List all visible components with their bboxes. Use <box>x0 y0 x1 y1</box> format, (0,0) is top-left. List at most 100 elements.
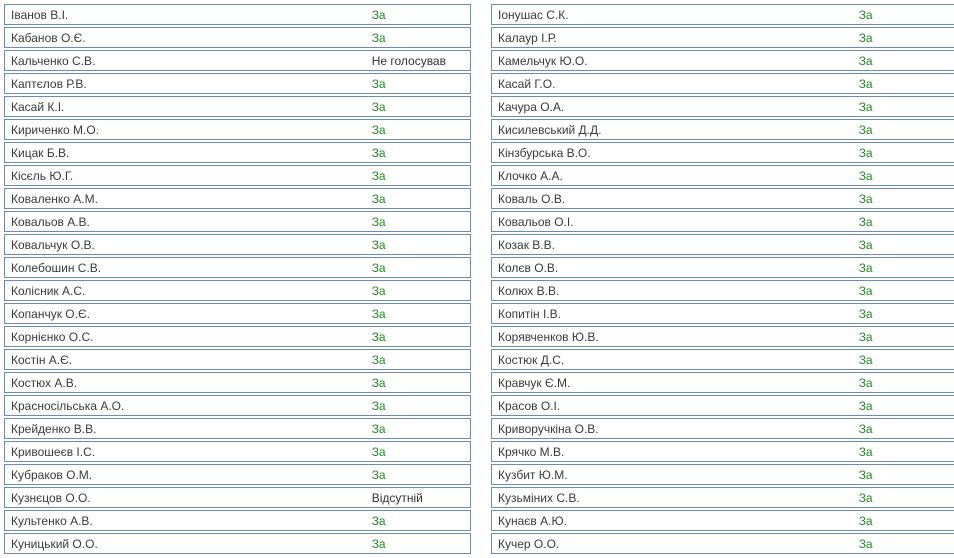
deputy-vote: За <box>368 307 470 321</box>
vote-row: Качура О.А.За <box>491 96 954 117</box>
vote-row: Кицак Б.В.За <box>4 142 471 163</box>
deputy-vote: За <box>855 77 954 91</box>
deputy-name: Кучер О.О. <box>492 537 855 551</box>
deputy-name: Іванов В.І. <box>5 8 368 22</box>
deputy-name: Іонушас С.К. <box>492 8 855 22</box>
deputy-vote: За <box>855 215 954 229</box>
deputy-name: Колюх В.В. <box>492 284 855 298</box>
deputy-vote: За <box>855 146 954 160</box>
deputy-name: Красов О.І. <box>492 399 855 413</box>
deputy-vote: За <box>368 215 470 229</box>
deputy-vote: За <box>368 77 470 91</box>
deputy-vote: За <box>855 192 954 206</box>
deputy-vote: За <box>855 468 954 482</box>
deputy-vote: За <box>855 284 954 298</box>
deputy-vote: За <box>855 169 954 183</box>
vote-row: Колісник А.С.За <box>4 280 471 301</box>
vote-row: Кисилевський Д.Д.За <box>491 119 954 140</box>
deputy-name: Ковальчук О.В. <box>5 238 368 252</box>
deputy-name: Камельчук Ю.О. <box>492 54 855 68</box>
deputy-name: Куницький О.О. <box>5 537 368 551</box>
deputy-vote: За <box>368 330 470 344</box>
vote-row: Кучер О.О.За <box>491 533 954 554</box>
deputy-name: Кубраков О.М. <box>5 468 368 482</box>
deputy-vote: Не голосував <box>368 54 470 68</box>
deputy-vote: За <box>368 284 470 298</box>
deputy-name: Кінзбурська В.О. <box>492 146 855 160</box>
deputy-name: Кицак Б.В. <box>5 146 368 160</box>
deputy-name: Корнієнко О.С. <box>5 330 368 344</box>
deputy-vote: За <box>368 422 470 436</box>
deputy-vote: За <box>855 399 954 413</box>
deputy-name: Костюх А.В. <box>5 376 368 390</box>
vote-row: Кравчук Є.М.За <box>491 372 954 393</box>
deputy-name: Ковальов О.І. <box>492 215 855 229</box>
deputy-vote: За <box>368 100 470 114</box>
deputy-vote: За <box>368 261 470 275</box>
vote-row: Іванов В.І.За <box>4 4 471 25</box>
deputy-vote: За <box>855 422 954 436</box>
deputy-name: Кабанов О.Є. <box>5 31 368 45</box>
deputy-vote: За <box>368 399 470 413</box>
vote-row: Куницький О.О.За <box>4 533 471 554</box>
deputy-vote: За <box>368 169 470 183</box>
deputy-name: Кузнєцов О.О. <box>5 491 368 505</box>
vote-row: Кузнєцов О.О.Відсутній <box>4 487 471 508</box>
vote-row: Касай К.І.За <box>4 96 471 117</box>
deputy-name: Колебошин С.В. <box>5 261 368 275</box>
vote-row: Кузьміних С.В.За <box>491 487 954 508</box>
deputy-vote: За <box>368 445 470 459</box>
deputy-vote: За <box>855 100 954 114</box>
vote-row: Коваленко А.М.За <box>4 188 471 209</box>
vote-row: Ковальов О.І.За <box>491 211 954 232</box>
deputy-name: Кунаєв А.Ю. <box>492 514 855 528</box>
deputy-name: Коваленко А.М. <box>5 192 368 206</box>
deputy-vote: За <box>855 123 954 137</box>
deputy-vote: За <box>368 537 470 551</box>
deputy-name: Кузбит Ю.М. <box>492 468 855 482</box>
deputy-name: Касай К.І. <box>5 100 368 114</box>
deputy-name: Копитін І.В. <box>492 307 855 321</box>
deputy-vote: За <box>855 307 954 321</box>
deputy-name: Качура О.А. <box>492 100 855 114</box>
deputy-vote: За <box>855 514 954 528</box>
vote-row: Колебошин С.В.За <box>4 257 471 278</box>
vote-row: Козак В.В.За <box>491 234 954 255</box>
deputy-name: Касай Г.О. <box>492 77 855 91</box>
deputy-vote: За <box>855 238 954 252</box>
deputy-name: Калаур І.Р. <box>492 31 855 45</box>
deputy-vote: За <box>855 445 954 459</box>
deputy-name: Кальченко С.В. <box>5 54 368 68</box>
deputy-name: Колісник А.С. <box>5 284 368 298</box>
vote-row: Костін А.Є.За <box>4 349 471 370</box>
vote-table: Іванов В.І.ЗаКабанов О.Є.ЗаКальченко С.В… <box>4 4 954 554</box>
deputy-name: Корявченков Ю.В. <box>492 330 855 344</box>
deputy-vote: За <box>368 31 470 45</box>
deputy-name: Копанчук О.Є. <box>5 307 368 321</box>
deputy-name: Коваль О.В. <box>492 192 855 206</box>
vote-row: Кабанов О.Є.За <box>4 27 471 48</box>
deputy-name: Культенко А.В. <box>5 514 368 528</box>
vote-row: Корявченков Ю.В.За <box>491 326 954 347</box>
deputy-vote: За <box>855 376 954 390</box>
deputy-vote: За <box>368 353 470 367</box>
deputy-vote: За <box>855 31 954 45</box>
deputy-name: Криворучкіна О.В. <box>492 422 855 436</box>
deputy-vote: За <box>368 514 470 528</box>
vote-row: Крячко М.В.За <box>491 441 954 462</box>
deputy-name: Ковальов А.В. <box>5 215 368 229</box>
vote-row: Клочко А.А.За <box>491 165 954 186</box>
deputy-name: Каптєлов Р.В. <box>5 77 368 91</box>
vote-row: Ковальов А.В.За <box>4 211 471 232</box>
deputy-name: Костін А.Є. <box>5 353 368 367</box>
vote-row: Камельчук Ю.О.За <box>491 50 954 71</box>
deputy-vote: За <box>855 330 954 344</box>
deputy-vote: За <box>368 123 470 137</box>
deputy-vote: За <box>368 468 470 482</box>
vote-row: Кузбит Ю.М.За <box>491 464 954 485</box>
deputy-name: Кісєль Ю.Г. <box>5 169 368 183</box>
deputy-name: Кузьміних С.В. <box>492 491 855 505</box>
deputy-vote: За <box>855 8 954 22</box>
vote-row: Корнієнко О.С.За <box>4 326 471 347</box>
deputy-vote: За <box>368 376 470 390</box>
